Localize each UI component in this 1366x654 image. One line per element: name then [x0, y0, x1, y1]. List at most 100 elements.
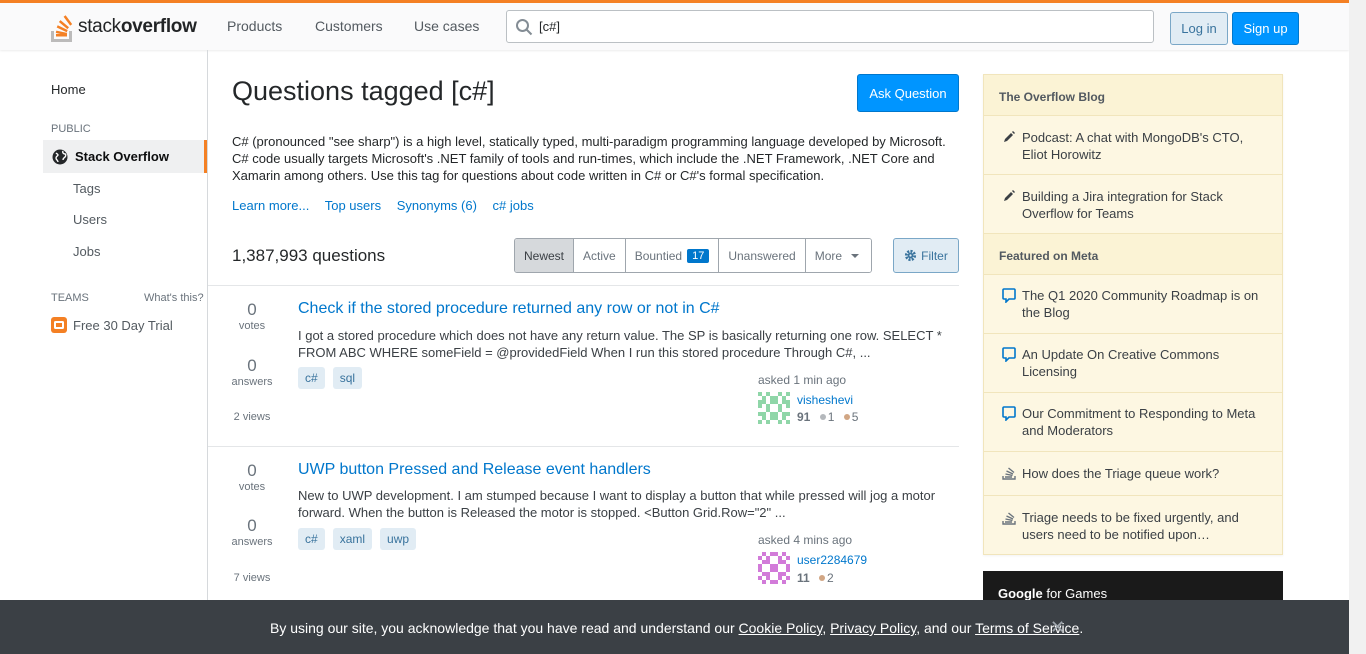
scrollbar[interactable] — [1349, 0, 1366, 654]
sidebar-item-stack-overflow[interactable]: Stack Overflow — [43, 140, 207, 173]
meta-item-label: How does the Triage queue work? — [1022, 466, 1220, 481]
page-title: Questions tagged [c#] — [232, 76, 495, 106]
question-title-link[interactable]: UWP button Pressed and Release event han… — [298, 461, 651, 479]
bronze-badge-count: 2 — [827, 571, 834, 585]
tag-jobs-link[interactable]: c# jobs — [493, 198, 534, 213]
privacy-policy-link[interactable]: Privacy Policy — [830, 620, 916, 636]
question-excerpt: New to UWP development. I am stumped bec… — [298, 488, 936, 520]
tag-csharp[interactable]: c# — [298, 367, 325, 389]
speech-bubble-icon — [1002, 406, 1016, 421]
nav-use-cases[interactable]: Use cases — [414, 18, 479, 34]
tab-bountied[interactable]: Bountied 17 — [625, 239, 720, 272]
vote-count: 0 votes — [227, 300, 277, 332]
user-avatar[interactable] — [758, 392, 790, 424]
stack-exchange-icon — [1002, 512, 1016, 525]
sidebar-section-public: PUBLIC — [51, 123, 91, 135]
overflow-blog-widget: The Overflow Blog Podcast: A chat with M… — [983, 74, 1283, 555]
sidebar-item-home[interactable]: Home — [51, 82, 86, 97]
filter-label: Filter — [921, 248, 948, 263]
ad-text: Google for Games — [998, 586, 1108, 601]
left-sidebar: Home PUBLIC Stack Overflow Tags Users Jo… — [0, 50, 208, 654]
tag-csharp[interactable]: c# — [298, 528, 325, 550]
free-trial-link[interactable]: Free 30 Day Trial — [51, 317, 173, 333]
user-reputation: 11 2 — [797, 571, 834, 585]
silver-badge-icon — [819, 414, 826, 420]
tag-description: C# (pronounced "see sharp") is a high le… — [232, 134, 946, 183]
tag-uwp[interactable]: uwp — [380, 528, 417, 550]
nav-customers[interactable]: Customers — [315, 18, 383, 34]
sidebar-item-jobs[interactable]: Jobs — [73, 244, 100, 259]
user-name-link[interactable]: visheshevi — [797, 393, 853, 407]
learn-more-link[interactable]: Learn more... — [232, 198, 309, 213]
view-count: 2 views — [233, 411, 271, 423]
meta-item[interactable]: Our Commitment to Responding to Meta and… — [984, 393, 1282, 452]
stack-exchange-icon — [1002, 467, 1016, 480]
login-button[interactable]: Log in — [1170, 12, 1228, 45]
blog-item-label: Building a Jira integration for Stack Ov… — [1022, 189, 1223, 221]
question-count: 1,387,993 questions — [232, 246, 386, 265]
user-avatar[interactable] — [758, 552, 790, 584]
search-box[interactable] — [506, 10, 1154, 43]
asked-time: asked 1 min ago — [758, 373, 847, 387]
meta-item[interactable]: Triage needs to be fixed urgently, and u… — [984, 496, 1282, 555]
divider — [208, 446, 959, 447]
meta-item-label: The Q1 2020 Community Roadmap is on the … — [1022, 288, 1259, 320]
cookie-message: By using our site, you acknowledge that … — [270, 620, 1084, 636]
vote-count-number: 0 — [247, 461, 257, 480]
sidebar-item-tags[interactable]: Tags — [73, 181, 100, 196]
tab-more[interactable]: More — [805, 239, 872, 272]
reputation-score: 11 — [797, 571, 810, 585]
free-trial-label: Free 30 Day Trial — [73, 317, 173, 333]
blog-item-label: Podcast: A chat with MongoDB's CTO, Elio… — [1022, 130, 1244, 162]
sidebar-item-users[interactable]: Users — [73, 212, 107, 227]
view-count: 7 views — [233, 572, 271, 584]
blog-item[interactable]: Podcast: A chat with MongoDB's CTO, Elio… — [984, 116, 1282, 175]
speech-bubble-icon — [1002, 288, 1016, 303]
logo-text: stackoverflow — [78, 16, 197, 37]
bronze-badge-icon — [843, 414, 850, 420]
tab-newest[interactable]: Newest — [515, 239, 575, 272]
top-bar: stackoverflow Products Customers Use cas… — [0, 0, 1349, 50]
reputation-score: 91 — [797, 410, 811, 424]
tab-unanswered[interactable]: Unanswered — [719, 239, 806, 272]
tab-more-label: More — [814, 248, 843, 263]
top-users-link[interactable]: Top users — [325, 198, 381, 213]
meta-item[interactable]: An Update On Creative Commons Licensing — [984, 334, 1282, 393]
question-tags: c# sql — [298, 367, 370, 389]
stackoverflow-logo[interactable]: stackoverflow — [50, 11, 197, 43]
tab-bountied-label: Bountied — [634, 248, 683, 263]
meta-header: Featured on Meta — [984, 234, 1282, 275]
user-name-link[interactable]: user2284679 — [797, 553, 867, 567]
answer-count-number: 0 — [247, 356, 257, 375]
filter-button[interactable]: Filter — [893, 238, 959, 273]
search-input[interactable] — [539, 16, 1139, 36]
stack-logo-icon — [51, 15, 73, 42]
cookie-policy-link[interactable]: Cookie Policy — [739, 620, 823, 636]
answer-count-label: answers — [231, 376, 273, 388]
whats-this-link[interactable]: What's this? — [144, 292, 204, 304]
teams-icon — [51, 317, 67, 333]
question-title-link[interactable]: Check if the stored procedure returned a… — [298, 300, 720, 318]
sidebar-section-teams: TEAMS — [51, 292, 89, 304]
meta-item[interactable]: How does the Triage queue work? — [984, 452, 1282, 496]
caret-down-icon — [851, 253, 860, 258]
question-tags: c# xaml uwp — [298, 528, 424, 550]
tab-active[interactable]: Active — [574, 239, 626, 272]
gear-icon — [905, 249, 917, 262]
signup-button[interactable]: Sign up — [1232, 12, 1299, 45]
meta-item[interactable]: The Q1 2020 Community Roadmap is on the … — [984, 275, 1282, 334]
meta-item-label: An Update On Creative Commons Licensing — [1022, 347, 1220, 379]
pencil-icon — [1004, 190, 1015, 201]
bronze-badge-count: 5 — [851, 410, 859, 424]
close-icon[interactable]: ✕ — [1050, 617, 1065, 638]
synonyms-link[interactable]: Synonyms (6) — [397, 198, 477, 213]
tag-xaml[interactable]: xaml — [332, 528, 373, 550]
ask-question-button[interactable]: Ask Question — [857, 74, 959, 112]
meta-item-label: Triage needs to be fixed urgently, and u… — [1022, 510, 1239, 542]
nav-products[interactable]: Products — [227, 18, 282, 34]
bounty-count-badge: 17 — [687, 248, 710, 263]
tag-sql[interactable]: sql — [332, 367, 363, 389]
answer-count-label: answers — [231, 536, 273, 548]
silver-badge-count: 1 — [827, 410, 835, 424]
blog-item[interactable]: Building a Jira integration for Stack Ov… — [984, 175, 1282, 234]
